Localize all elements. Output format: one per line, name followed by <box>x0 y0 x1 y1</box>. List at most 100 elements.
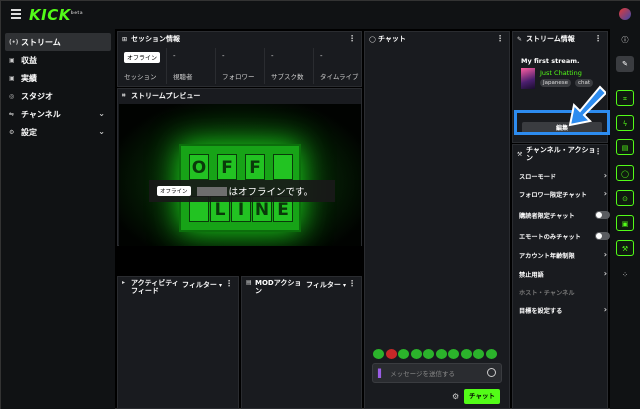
broadcast-icon[interactable]: ⊙ <box>616 190 634 206</box>
preview-toggle-icon[interactable]: ⌗ <box>616 90 634 106</box>
subscriber-only-toggle[interactable] <box>595 211 610 219</box>
sidebar-item-label: 実績 <box>21 73 37 83</box>
session-info-panel: ⊞ セッション情報 ⋮ オフライン セッション - 視聴者 - フォロワー - … <box>117 31 362 87</box>
emote-icon[interactable] <box>448 349 459 359</box>
info-icon[interactable]: ⓘ <box>616 32 634 48</box>
hamburger-menu-icon[interactable] <box>11 9 21 19</box>
panel-header: ⌗ ストリームプレビュー <box>118 89 361 103</box>
account-age-row[interactable]: アカウント年齢制限 › <box>519 248 607 262</box>
stat-viewers: - 視聴者 <box>167 48 216 84</box>
subscriber-only-chat-row: 購読者限定チャット <box>519 208 610 222</box>
emote-icon[interactable] <box>410 349 422 359</box>
kebab-menu-icon[interactable]: ⋮ <box>348 279 356 288</box>
banned-words-row[interactable]: 禁止用語 › <box>519 267 607 281</box>
sidebar-item-stream[interactable]: (•) ストリーム <box>5 33 111 51</box>
chat-message-input[interactable]: ▌ メッセージを送信する <box>372 363 502 383</box>
chevron-right-icon: › <box>603 269 607 278</box>
offline-overlay: オフライン はオフラインです。 <box>149 180 335 202</box>
action-label: アカウント年齢制限 <box>519 252 575 260</box>
chat-placeholder: メッセージを送信する <box>390 370 456 378</box>
document-icon[interactable]: ▤ <box>616 139 634 155</box>
emote-only-toggle[interactable] <box>595 232 610 240</box>
chat-panel: ◯ チャット ⋮ ▌ メッセージを送信する ⚙ チャット <box>364 31 510 409</box>
sidebar-item-studio[interactable]: ◎ スタジオ <box>5 87 111 105</box>
chevron-down-icon: ⌄ <box>98 127 105 136</box>
sidebar-item-label: 設定 <box>21 127 37 137</box>
sidebar-item-revenue[interactable]: ▣ 収益 <box>5 51 111 69</box>
action-label: フォロワー限定チャット <box>519 191 587 199</box>
chevron-right-icon: › <box>603 189 607 198</box>
top-bar: KICKbeta <box>1 1 640 29</box>
broadcast-icon: (•) <box>9 38 19 46</box>
slow-mode-row[interactable]: スローモード › <box>519 169 607 183</box>
stat-label: セッション <box>124 73 157 81</box>
wrench-icon[interactable]: ⚒ <box>616 240 634 256</box>
stat-value: - <box>173 52 176 60</box>
category-name[interactable]: Just Chatting <box>540 69 582 77</box>
emoji-icon[interactable] <box>487 368 496 377</box>
emote-icon[interactable] <box>385 349 397 359</box>
chat-send-button[interactable]: チャット <box>464 389 500 404</box>
money-icon: ▣ <box>9 56 15 64</box>
stat-followers: - フォロワー <box>216 48 265 84</box>
emote-icon[interactable] <box>460 349 472 359</box>
stream-title: My first stream. <box>521 57 580 65</box>
gear-icon: ⚙ <box>9 128 15 136</box>
tag-icon: ⊞ <box>122 35 128 43</box>
action-label: 禁止用語 <box>519 271 544 279</box>
kebab-menu-icon[interactable]: ⋮ <box>594 34 602 43</box>
chat-settings-gear-icon[interactable]: ⚙ <box>452 392 459 401</box>
emote-icon[interactable] <box>398 349 409 359</box>
lightning-icon[interactable]: ϟ <box>616 115 634 131</box>
microphone-icon[interactable]: ▌ <box>378 369 384 378</box>
action-label: 目標を設定する <box>519 307 563 315</box>
channel-actions-panel: ⚒ チャンネル・アクション ⋮ スローモード › フォロワー限定チャット › 購… <box>512 144 610 409</box>
emote-icon[interactable] <box>473 349 484 359</box>
stat-value: - <box>271 52 274 60</box>
sidebar-item-label: スタジオ <box>21 91 53 101</box>
add-widget-icon[interactable]: ⁘ <box>616 267 634 283</box>
stat-value: - <box>222 52 225 60</box>
follower-only-chat-row[interactable]: フォロワー限定チャット › <box>519 187 607 201</box>
chevron-right-icon: › <box>603 250 607 259</box>
kebab-menu-icon[interactable]: ⋮ <box>496 34 504 43</box>
kebab-menu-icon[interactable]: ⋮ <box>594 147 602 156</box>
kebab-menu-icon[interactable]: ⋮ <box>225 279 233 288</box>
panel-header: ▤ MODアクション フィルター ⋮ <box>242 277 361 295</box>
set-goal-row[interactable]: 目標を設定する › <box>519 303 607 317</box>
emote-icon[interactable] <box>423 349 434 359</box>
panel-header: ⚒ チャンネル・アクション ⋮ <box>513 145 607 163</box>
emote-icon[interactable] <box>485 349 497 359</box>
kebab-menu-icon[interactable]: ⋮ <box>348 34 356 43</box>
panel-title: MODアクション <box>255 279 302 295</box>
kick-logo[interactable]: KICKbeta <box>29 6 83 24</box>
panel-header: ⊞ セッション情報 ⋮ <box>118 32 361 46</box>
sidebar-item-achievements[interactable]: ▣ 実績 <box>5 69 111 87</box>
activity-icon: ▸ <box>122 279 126 286</box>
status-badge: オフライン <box>157 186 191 196</box>
sign-letter: F <box>217 154 237 180</box>
sidebar-item-label: 収益 <box>21 55 37 65</box>
sign-letter: O <box>189 154 209 180</box>
redacted-username <box>196 186 227 196</box>
emote-icon[interactable] <box>373 349 384 359</box>
offline-message: はオフラインです。 <box>228 187 314 198</box>
emote-icon[interactable] <box>435 349 447 359</box>
sidebar-item-settings[interactable]: ⚙ 設定 ⌄ <box>5 123 111 141</box>
chat-bubble-icon[interactable]: ◯ <box>616 165 634 181</box>
session-stats: オフライン セッション - 視聴者 - フォロワー - サブスク数 - タイムラ… <box>118 48 362 84</box>
pencil-icon[interactable]: ✎ <box>616 56 634 72</box>
filter-dropdown[interactable]: フィルター <box>306 280 346 290</box>
channel-icon: ⇋ <box>9 110 15 118</box>
chevron-down-icon: ⌄ <box>98 109 105 118</box>
filter-dropdown[interactable]: フィルター <box>182 280 222 290</box>
action-label: スローモード <box>519 173 557 181</box>
stream-preview-image[interactable]: O F F L I N E オフライン はオフラインです。 <box>119 104 361 246</box>
stat-subscribers: - サブスク数 <box>265 48 314 84</box>
user-avatar[interactable] <box>619 8 631 20</box>
sidebar-item-channel[interactable]: ⇋ チャンネル ⌄ <box>5 105 111 123</box>
emote-bar <box>373 349 497 359</box>
panel-header: ▸ アクティビティフィード フィルター ⋮ <box>118 277 238 295</box>
stream-preview-panel: ⌗ ストリームプレビュー O F F L I N E オフライン はオフラインで… <box>117 88 362 246</box>
video-icon[interactable]: ▣ <box>616 215 634 231</box>
